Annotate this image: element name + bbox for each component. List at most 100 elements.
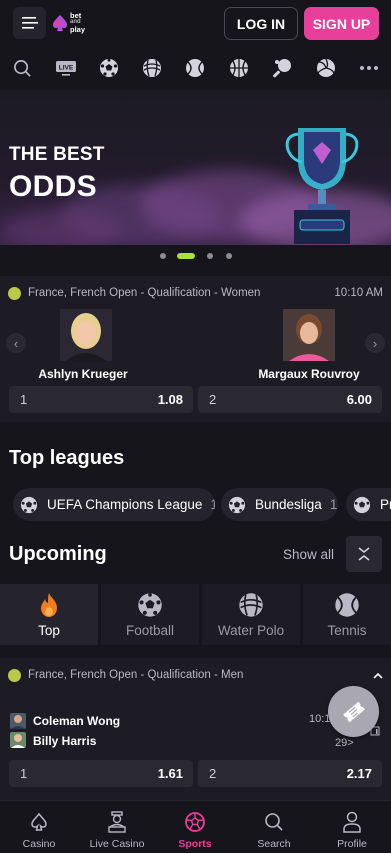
featured-match-card[interactable]: France, French Open - Qualification - Wo…: [0, 276, 391, 422]
top-header: bet and play LOG IN SIGN UP: [0, 0, 391, 46]
league-pill[interactable]: UEFA Champions League 1: [13, 488, 215, 521]
league-pill-name: Bundesliga: [255, 497, 322, 512]
tab-football[interactable]: Football: [101, 584, 199, 645]
nav-search[interactable]: Search: [235, 801, 313, 853]
nav-sports[interactable]: Sports: [156, 801, 234, 853]
top-leagues-title: Top leagues: [9, 447, 125, 469]
football-icon: [137, 592, 163, 618]
show-all-link[interactable]: Show all: [283, 547, 334, 562]
bet-slip-button[interactable]: [328, 686, 379, 737]
league-pill-name: UEFA Champions League: [47, 497, 203, 512]
odd-button-away[interactable]: 2 6.00: [198, 386, 382, 413]
pagination-dot[interactable]: [226, 253, 232, 259]
nav-label: Sports: [178, 838, 212, 850]
volleyball-icon[interactable]: [316, 58, 336, 78]
water-polo-icon: [238, 592, 264, 618]
dealer-icon: [106, 811, 128, 833]
water-polo-icon[interactable]: [142, 58, 162, 78]
basketball-icon[interactable]: [229, 58, 249, 78]
upcoming-match-card[interactable]: France, French Open - Qualification - Me…: [0, 658, 391, 800]
smoke-decoration: [0, 210, 120, 245]
match-time: 10:1: [309, 713, 331, 725]
sport-tabs: Top Football Water Polo Tennis: [0, 584, 391, 645]
nav-profile[interactable]: Profile: [313, 801, 391, 853]
banner-pagination: [0, 251, 391, 261]
login-button[interactable]: LOG IN: [224, 7, 298, 40]
spade-logo-icon: [53, 14, 67, 31]
tennis-icon: [8, 287, 21, 300]
fire-icon: [36, 592, 62, 618]
sport-icon-row: LIVE: [0, 46, 391, 90]
odd-button-away[interactable]: 2 2.17: [198, 760, 382, 787]
next-arrow-button[interactable]: ›: [365, 333, 385, 353]
league-name: France, French Open - Qualification - Me…: [28, 669, 244, 681]
table-tennis-icon[interactable]: [273, 58, 293, 78]
banner-headline-small: THE BEST: [9, 144, 105, 165]
player2-photo: [283, 309, 335, 361]
league-pill-count: 1: [210, 497, 215, 512]
ticket-icon: [342, 701, 365, 722]
signup-button[interactable]: SIGN UP: [304, 7, 379, 40]
player2-avatar: [10, 732, 26, 748]
nav-label: Live Casino: [89, 838, 145, 850]
league-pill-count: 1: [329, 497, 338, 512]
upcoming-title: Upcoming: [9, 543, 107, 565]
bottom-navigation: Casino Live Casino Sports Search Profile: [0, 800, 391, 853]
prev-arrow-button[interactable]: ‹: [6, 333, 26, 353]
tennis-icon: [8, 669, 21, 682]
chevron-up-icon[interactable]: [373, 672, 383, 679]
tab-label: Water Polo: [217, 623, 285, 638]
tab-label: Top: [38, 623, 60, 638]
football-icon: [228, 496, 246, 513]
live-icon[interactable]: LIVE: [55, 58, 77, 78]
league-pill-name: Pr: [380, 497, 391, 512]
nav-casino[interactable]: Casino: [0, 801, 78, 853]
pagination-dot[interactable]: [160, 253, 166, 259]
player1-photo: [60, 309, 112, 361]
promo-banner[interactable]: THE BEST ODDS: [0, 90, 391, 245]
league-pill[interactable]: Bundesliga 1: [221, 488, 338, 521]
pagination-dot[interactable]: [207, 253, 213, 259]
tab-top[interactable]: Top: [0, 584, 98, 645]
sports-icon: [184, 811, 206, 833]
odd-button-home[interactable]: 1 1.61: [9, 760, 193, 787]
player1-name: Ashlyn Krueger: [38, 367, 128, 381]
search-icon: [263, 811, 285, 833]
more-icon[interactable]: [359, 58, 379, 78]
league-pill[interactable]: Pr: [346, 488, 391, 521]
profile-icon: [341, 811, 363, 833]
player2-name: Margaux Rouvroy: [258, 367, 360, 381]
tab-tennis[interactable]: Tennis: [303, 584, 391, 645]
football-icon[interactable]: [99, 58, 119, 78]
match-header: France, French Open - Qualification - Me…: [8, 669, 383, 683]
league-name: France, French Open - Qualification - Wo…: [28, 287, 261, 299]
expand-button[interactable]: [346, 536, 382, 572]
hamburger-icon: [21, 17, 38, 29]
tab-water-polo[interactable]: Water Polo: [202, 584, 300, 645]
more-markets-link[interactable]: 29>: [335, 737, 354, 749]
trophy-icon: [285, 128, 359, 244]
tennis-ball-icon[interactable]: [185, 58, 205, 78]
svg-text:LIVE: LIVE: [59, 65, 74, 72]
nav-label: Casino: [22, 838, 56, 850]
football-icon: [20, 496, 38, 513]
football-icon: [353, 496, 371, 513]
menu-button[interactable]: [13, 7, 46, 39]
tab-label: Football: [125, 623, 175, 638]
nav-label: Profile: [337, 838, 367, 850]
nav-label: Search: [257, 838, 291, 850]
spade-icon: [28, 811, 50, 833]
player1-avatar: [10, 713, 26, 729]
pagination-dot-active[interactable]: [177, 253, 195, 259]
tab-label: Tennis: [327, 623, 367, 638]
nav-live-casino[interactable]: Live Casino: [78, 801, 156, 853]
player2-name: Billy Harris: [33, 734, 97, 748]
bet-and-play-logo[interactable]: bet and play: [52, 12, 85, 33]
match-header: France, French Open - Qualification - Wo…: [8, 287, 383, 301]
banner-headline-large: ODDS: [9, 170, 97, 203]
odd-button-home[interactable]: 1 1.08: [9, 386, 193, 413]
player1-name: Coleman Wong: [33, 714, 121, 728]
search-icon[interactable]: [12, 58, 32, 78]
tennis-icon: [334, 592, 360, 618]
expand-chevrons-icon: [358, 547, 370, 561]
